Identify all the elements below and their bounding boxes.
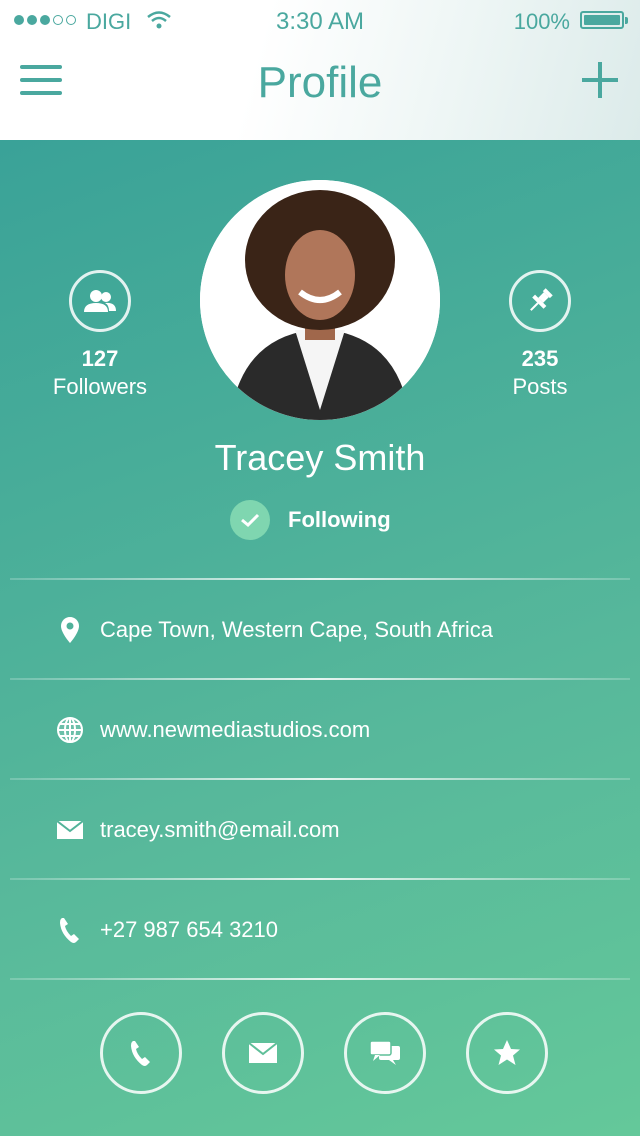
followers-stat[interactable]: 127 Followers: [0, 270, 200, 400]
call-button[interactable]: [100, 1012, 182, 1094]
battery-percent: 100%: [513, 9, 570, 34]
status-bar: DIGI 3:30 AM 100%: [0, 6, 640, 36]
avatar: [200, 180, 440, 420]
pin-icon: [509, 270, 571, 332]
location-row: Cape Town, Western Cape, South Africa: [0, 580, 640, 680]
location-pin-icon: [55, 615, 85, 645]
website-row[interactable]: www.newmediastudios.com: [0, 680, 640, 780]
envelope-icon: [249, 1043, 277, 1063]
phone-icon: [131, 1041, 150, 1066]
chat-bubbles-icon: [369, 1040, 400, 1065]
add-button[interactable]: [582, 62, 618, 98]
phone-icon: [55, 915, 85, 945]
website-link[interactable]: www.newmediastudios.com: [100, 717, 370, 743]
globe-icon: [55, 715, 85, 745]
following-toggle[interactable]: Following: [230, 500, 391, 540]
action-bar: [100, 1012, 548, 1094]
battery-icon: [580, 11, 628, 29]
message-button[interactable]: [344, 1012, 426, 1094]
favorite-button[interactable]: [466, 1012, 548, 1094]
users-icon: [69, 270, 131, 332]
profile-name: Tracey Smith: [214, 437, 426, 478]
phone-row[interactable]: +27 987 654 3210: [0, 880, 640, 980]
star-icon: [494, 1040, 520, 1065]
check-icon: [230, 500, 270, 540]
posts-stat[interactable]: 235 Posts: [440, 270, 640, 400]
followers-count: 127: [81, 346, 119, 371]
envelope-icon: [55, 815, 85, 845]
posts-count: 235: [521, 346, 559, 371]
following-label: Following: [288, 507, 391, 532]
posts-label: Posts: [512, 374, 568, 399]
location-text: Cape Town, Western Cape, South Africa: [100, 617, 493, 642]
page-title: Profile: [257, 58, 383, 107]
email-link[interactable]: tracey.smith@email.com: [100, 817, 340, 843]
phone-number[interactable]: +27 987 654 3210: [100, 917, 278, 943]
top-bar: DIGI 3:30 AM 100% Profile: [0, 0, 640, 140]
followers-label: Followers: [52, 374, 148, 399]
email-button[interactable]: [222, 1012, 304, 1094]
email-row[interactable]: tracey.smith@email.com: [0, 780, 640, 880]
profile-panel: 127 Followers 235 Posts Tracey Smith Fol…: [0, 140, 640, 1136]
divider: [10, 978, 630, 980]
